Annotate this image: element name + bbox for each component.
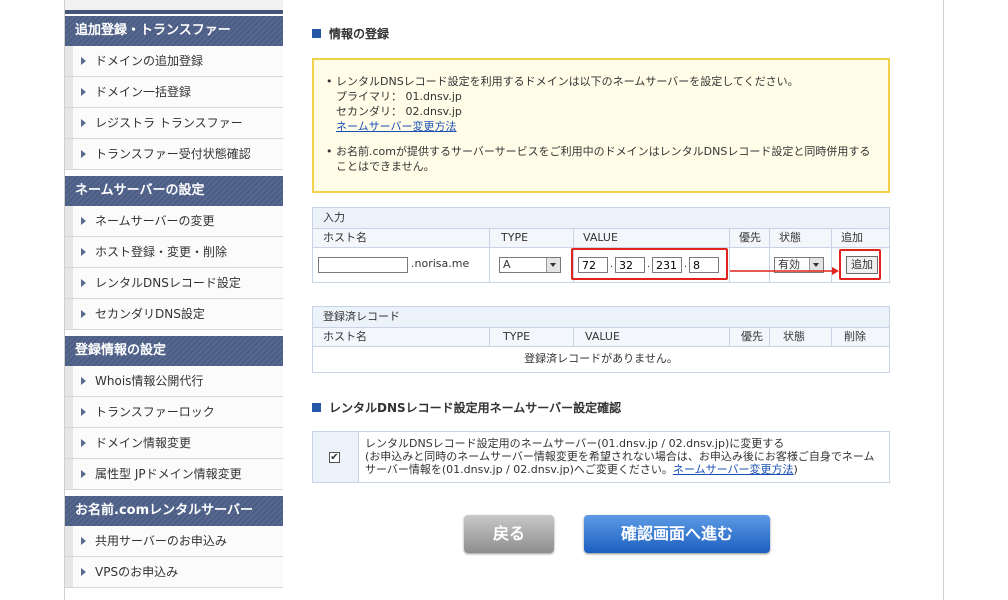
- sidebar-top-stub: [65, 0, 283, 14]
- sidebar-item-transfer-status[interactable]: トランスファー受付状態確認: [65, 139, 283, 170]
- arrow-right-icon: [81, 150, 86, 158]
- sidebar-section-registration-info: 登録情報の設定 Whois情報公開代行 トランスファーロック ドメイン情報変更 …: [65, 336, 283, 490]
- sidebar-item-whois-proxy[interactable]: Whois情報公開代行: [65, 366, 283, 397]
- input-table-header: ホスト名 TYPE VALUE 優先 状態 追加: [313, 229, 889, 248]
- arrow-right-icon: [81, 568, 86, 576]
- arrow-right-icon: [81, 470, 86, 478]
- nameserver-change-checkbox[interactable]: ✔: [329, 452, 340, 463]
- notice-item: • お名前.comが提供するサーバーサービスをご利用中のドメインはレンタルDNS…: [324, 144, 878, 174]
- sidebar-item-secondary-dns[interactable]: セカンダリDNS設定: [65, 299, 283, 330]
- section-heading-confirm: レンタルDNSレコード設定用ネームサーバー設定確認: [312, 399, 621, 416]
- col-type: TYPE: [503, 330, 531, 343]
- col-status: 状態: [779, 231, 801, 244]
- section-heading-register: 情報の登録: [312, 25, 389, 42]
- sidebar-section-title: 追加登録・トランスファー: [65, 16, 283, 46]
- square-bullet-icon: [312, 29, 321, 38]
- arrow-right-icon: [81, 537, 86, 545]
- col-value: VALUE: [583, 231, 618, 244]
- notice-secondary: セカンダリ： 02.dnsv.jp: [336, 105, 462, 118]
- col-status: 状態: [783, 330, 805, 343]
- col-host: ホスト名: [323, 330, 367, 343]
- arrow-right-icon: [81, 119, 86, 127]
- sidebar-section-title: ネームサーバーの設定: [65, 176, 283, 206]
- col-type: TYPE: [501, 231, 529, 244]
- sidebar-item-transfer-lock[interactable]: トランスファーロック: [65, 397, 283, 428]
- value-highlight-box: [571, 248, 728, 280]
- back-button[interactable]: 戻る: [464, 515, 554, 553]
- col-priority: 優先: [741, 330, 763, 343]
- arrow-right-icon: [81, 377, 86, 385]
- notice-text: レンタルDNSレコード設定を利用するドメインは以下のネームサーバーを設定してくだ…: [336, 75, 799, 88]
- confirm-line2: (お申込みと同時のネームサーバー情報変更を希望されない場合は、お申込み後にお客様…: [365, 450, 875, 476]
- sidebar-item-domain-info[interactable]: ドメイン情報変更: [65, 428, 283, 459]
- confirm-line1: レンタルDNSレコード設定用のネームサーバー(01.dnsv.jp / 02.d…: [365, 437, 785, 450]
- sidebar-item-shared-server[interactable]: 共用サーバーのお申込み: [65, 526, 283, 557]
- square-bullet-icon: [312, 403, 321, 412]
- sidebar-item-registrar-transfer[interactable]: レジストラ トランスファー: [65, 108, 283, 139]
- next-confirm-button[interactable]: 確認画面へ進む: [584, 515, 770, 553]
- arrow-right-icon: [81, 88, 86, 96]
- arrow-right-icon: [81, 408, 86, 416]
- sidebar-item-nameserver-change[interactable]: ネームサーバーの変更: [65, 206, 283, 237]
- confirm-text: レンタルDNSレコード設定用のネームサーバー(01.dnsv.jp / 02.d…: [365, 437, 885, 476]
- sidebar-item-rental-dns[interactable]: レンタルDNSレコード設定: [65, 268, 283, 299]
- col-delete: 削除: [844, 330, 866, 343]
- sidebar-item-host-edit[interactable]: ホスト登録・変更・削除: [65, 237, 283, 268]
- notice-box: • レンタルDNSレコード設定を利用するドメインは以下のネームサーバーを設定して…: [312, 58, 890, 193]
- arrow-right-icon: [81, 217, 86, 225]
- col-add: 追加: [841, 231, 863, 244]
- sidebar-section-rental-server: お名前.comレンタルサーバー 共用サーバーのお申込み VPSのお申込み: [65, 496, 283, 588]
- input-table-caption: 入力: [313, 208, 889, 229]
- empty-message: 登録済レコードがありません。: [524, 352, 678, 365]
- left-margin: [0, 0, 65, 600]
- nameserver-change-link[interactable]: ネームサーバー変更方法: [336, 120, 457, 133]
- sidebar-section-title: お名前.comレンタルサーバー: [65, 496, 283, 526]
- bullet-icon: •: [326, 145, 333, 158]
- col-host: ホスト名: [323, 231, 367, 244]
- sidebar-section-title: 登録情報の設定: [65, 336, 283, 366]
- notice-item: • レンタルDNSレコード設定を利用するドメインは以下のネームサーバーを設定して…: [324, 74, 878, 134]
- sidebar-item-domain-add[interactable]: ドメインの追加登録: [65, 46, 283, 77]
- sidebar-section-add-transfer: 追加登録・トランスファー ドメインの追加登録 ドメイン一括登録 レジストラ トラ…: [65, 16, 283, 170]
- sidebar-item-jp-domain-info[interactable]: 属性型 JPドメイン情報変更: [65, 459, 283, 490]
- nameserver-change-link[interactable]: ネームサーバー変更方法: [673, 463, 794, 476]
- sidebar-item-vps[interactable]: VPSのお申込み: [65, 557, 283, 588]
- arrow-right-icon: [81, 439, 86, 447]
- sidebar: 追加登録・トランスファー ドメインの追加登録 ドメイン一括登録 レジストラ トラ…: [65, 0, 283, 600]
- host-input[interactable]: [318, 257, 408, 273]
- arrow-annotation-icon: [730, 267, 839, 275]
- arrow-right-icon: [81, 310, 86, 318]
- registered-table-caption: 登録済レコード: [313, 307, 889, 328]
- registered-table-header: ホスト名 TYPE VALUE 優先 状態 削除: [313, 328, 889, 347]
- col-value: VALUE: [585, 330, 620, 343]
- arrow-right-icon: [81, 248, 86, 256]
- add-highlight-box: [839, 249, 881, 280]
- type-select[interactable]: A: [499, 257, 561, 273]
- chevron-down-icon: [546, 258, 560, 272]
- sidebar-item-bulk-register[interactable]: ドメイン一括登録: [65, 77, 283, 108]
- col-priority: 優先: [739, 231, 761, 244]
- domain-suffix: .norisa.me: [411, 257, 470, 270]
- notice-text: お名前.comが提供するサーバーサービスをご利用中のドメインはレンタルDNSレコ…: [336, 145, 871, 173]
- bullet-icon: •: [326, 75, 333, 88]
- right-margin: [943, 0, 1008, 600]
- arrow-right-icon: [81, 57, 86, 65]
- arrow-right-icon: [81, 279, 86, 287]
- checkbox-cell: ✔: [313, 432, 359, 482]
- notice-primary: プライマリ： 01.dnsv.jp: [336, 90, 462, 103]
- registered-table: 登録済レコード ホスト名 TYPE VALUE 優先 状態 削除 登録済レコード…: [312, 306, 890, 373]
- confirm-box: ✔ レンタルDNSレコード設定用のネームサーバー(01.dnsv.jp / 02…: [312, 431, 890, 483]
- sidebar-section-nameserver: ネームサーバーの設定 ネームサーバーの変更 ホスト登録・変更・削除 レンタルDN…: [65, 176, 283, 330]
